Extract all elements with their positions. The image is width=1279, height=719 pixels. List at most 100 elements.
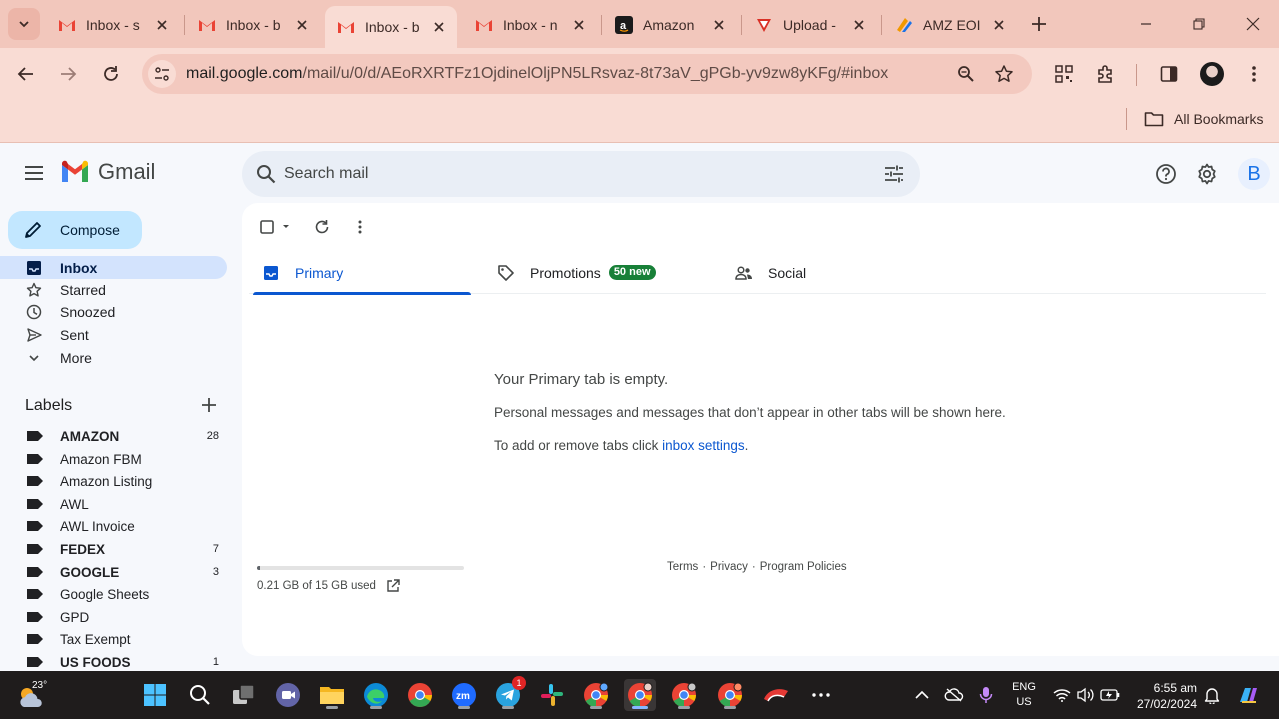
- main-menu-button[interactable]: [18, 157, 50, 189]
- clock-time: 6:55 am: [1153, 681, 1197, 695]
- tab-search-button[interactable]: [8, 8, 40, 40]
- microphone-tray-icon[interactable]: [974, 683, 998, 707]
- onedrive-tray-icon[interactable]: [942, 683, 966, 707]
- taskbar-pinned-app[interactable]: [760, 679, 792, 711]
- label-item[interactable]: Amazon Listing: [0, 470, 227, 492]
- compose-button[interactable]: Compose: [8, 211, 142, 249]
- browser-menu-button[interactable]: [1240, 60, 1268, 88]
- label-item[interactable]: Google Sheets: [0, 583, 227, 605]
- side-panel-icon[interactable]: [1155, 60, 1183, 88]
- nav-item-snoozed[interactable]: Snoozed: [0, 300, 227, 323]
- show-hidden-icons-button[interactable]: [910, 683, 934, 707]
- terms-link[interactable]: Terms: [667, 561, 698, 573]
- label-item[interactable]: AWL Invoice: [0, 515, 227, 537]
- input-language-indicator[interactable]: ENG US: [1008, 680, 1040, 710]
- taskbar-zoom[interactable]: zm: [448, 679, 480, 711]
- taskbar-teams-app[interactable]: [272, 679, 304, 711]
- browser-tab-5[interactable]: a Amazon: [603, 8, 737, 42]
- qr-code-icon[interactable]: [1050, 60, 1078, 88]
- start-button[interactable]: [139, 679, 171, 711]
- close-window-button[interactable]: [1230, 8, 1276, 40]
- new-tab-button[interactable]: [1025, 10, 1053, 38]
- close-tab-icon[interactable]: [571, 17, 587, 33]
- close-tab-icon[interactable]: [991, 17, 1007, 33]
- taskbar-chrome-profile-4[interactable]: [714, 679, 746, 711]
- browser-tab-1[interactable]: Inbox - s: [46, 8, 180, 42]
- profile-avatar[interactable]: [1198, 60, 1226, 88]
- minimize-button[interactable]: [1123, 8, 1169, 40]
- label-item[interactable]: US FOODS 1: [0, 651, 227, 671]
- gmail-logo[interactable]: Gmail: [60, 159, 155, 185]
- task-view-button[interactable]: [228, 679, 260, 711]
- label-item[interactable]: AMAZON 28: [0, 425, 227, 447]
- help-button[interactable]: [1151, 159, 1181, 189]
- weather-widget[interactable]: 23°: [14, 677, 58, 713]
- all-bookmarks-button[interactable]: All Bookmarks: [1144, 108, 1263, 130]
- browser-tab-3-active[interactable]: Inbox - b: [325, 6, 457, 48]
- account-avatar[interactable]: B: [1238, 158, 1270, 190]
- chrome-icon: [718, 682, 743, 707]
- program-policies-link[interactable]: Program Policies: [760, 561, 847, 573]
- notifications-button[interactable]: [1200, 683, 1224, 707]
- close-tab-icon[interactable]: [851, 17, 867, 33]
- select-all-checkbox[interactable]: [257, 215, 293, 239]
- wifi-tray-icon[interactable]: [1050, 683, 1074, 707]
- more-actions-button[interactable]: [348, 215, 372, 239]
- inbox-settings-link[interactable]: inbox settings: [662, 438, 745, 453]
- label-item[interactable]: GPD: [0, 606, 227, 628]
- taskbar-chrome-profile-3[interactable]: [668, 679, 700, 711]
- address-bar[interactable]: mail.google.com/mail/u/0/d/AEoRXRTFz1Ojd…: [142, 54, 1032, 94]
- nav-item-starred[interactable]: Starred: [0, 278, 227, 301]
- open-in-new-icon[interactable]: [386, 579, 400, 593]
- close-tab-icon[interactable]: [431, 19, 447, 35]
- settings-button[interactable]: [1192, 159, 1222, 189]
- nav-item-more[interactable]: More: [0, 346, 227, 369]
- bookmark-star-icon[interactable]: [990, 60, 1018, 88]
- volume-tray-icon[interactable]: [1074, 683, 1098, 707]
- tab-social[interactable]: Social: [734, 251, 806, 294]
- label-item[interactable]: AWL: [0, 493, 227, 515]
- taskbar-search-button[interactable]: [184, 679, 216, 711]
- privacy-link[interactable]: Privacy: [710, 561, 748, 573]
- create-label-button[interactable]: [198, 394, 220, 416]
- search-options-button[interactable]: [880, 160, 908, 188]
- taskbar-chrome-profile-2-active[interactable]: [624, 679, 656, 711]
- tab-primary[interactable]: Primary: [253, 251, 471, 295]
- close-tab-icon[interactable]: [294, 17, 310, 33]
- reload-button[interactable]: [95, 58, 127, 90]
- taskbar-telegram[interactable]: 1: [492, 676, 526, 711]
- system-clock[interactable]: 6:55 am 27/02/2024: [1125, 680, 1197, 712]
- nav-item-sent[interactable]: Sent: [0, 323, 227, 346]
- back-button[interactable]: [10, 58, 42, 90]
- zoom-icon[interactable]: [952, 60, 980, 88]
- browser-tab-6[interactable]: Upload -: [743, 8, 877, 42]
- search-bar[interactable]: [242, 151, 920, 197]
- taskbar-edge[interactable]: [360, 679, 392, 711]
- label-item[interactable]: FEDEX 7: [0, 538, 227, 560]
- label-item[interactable]: Amazon FBM: [0, 448, 227, 470]
- label-item[interactable]: GOOGLE 3: [0, 561, 227, 583]
- taskbar-slack[interactable]: [536, 679, 568, 711]
- restore-button[interactable]: [1176, 8, 1222, 40]
- taskbar-overflow-button[interactable]: [805, 679, 837, 711]
- search-icon[interactable]: [246, 154, 286, 194]
- close-tab-icon[interactable]: [154, 17, 170, 33]
- browser-tab-2[interactable]: Inbox - b: [186, 8, 320, 42]
- taskbar-chrome[interactable]: [404, 679, 436, 711]
- battery-tray-icon[interactable]: [1098, 683, 1122, 707]
- browser-tab-4[interactable]: Inbox - n: [463, 8, 597, 42]
- refresh-button[interactable]: [310, 215, 334, 239]
- copilot-button[interactable]: [1236, 683, 1260, 707]
- browser-tab-7[interactable]: AMZ EOI: [883, 8, 1017, 42]
- label-item[interactable]: Tax Exempt: [0, 628, 227, 650]
- tab-promotions[interactable]: Promotions 50 new: [496, 251, 656, 294]
- taskbar-file-explorer[interactable]: [316, 679, 348, 711]
- site-info-icon[interactable]: [148, 60, 176, 88]
- forward-button[interactable]: [52, 58, 84, 90]
- nav-item-inbox[interactable]: Inbox: [0, 256, 227, 279]
- search-input[interactable]: [284, 165, 844, 183]
- arrow-right-icon: [61, 67, 77, 81]
- taskbar-chrome-profile-1[interactable]: [580, 679, 612, 711]
- close-tab-icon[interactable]: [711, 17, 727, 33]
- extensions-icon[interactable]: [1092, 60, 1120, 88]
